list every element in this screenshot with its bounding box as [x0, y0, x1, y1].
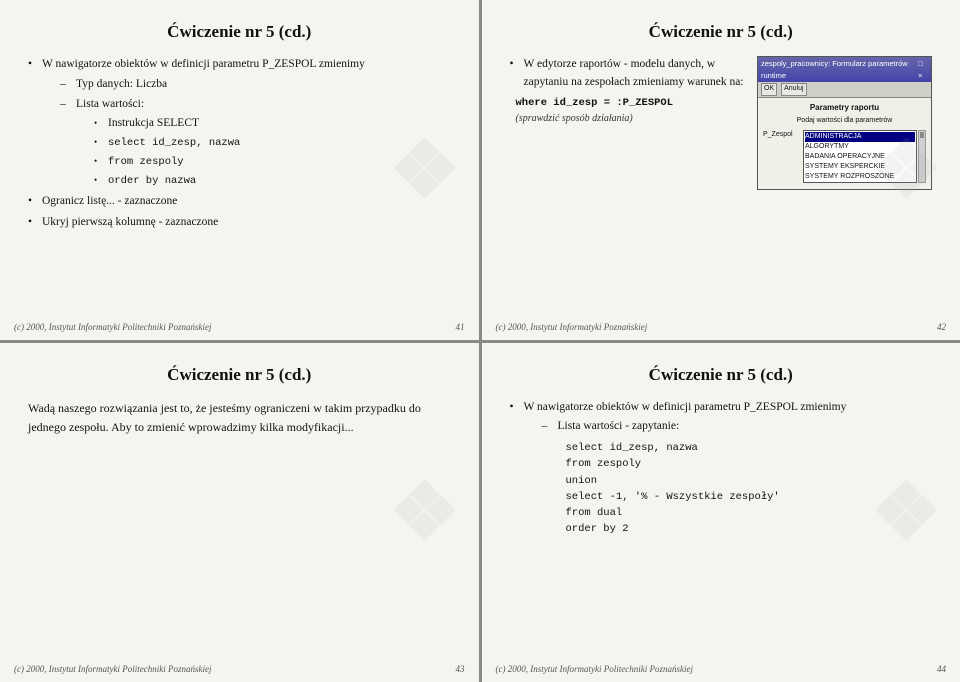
- ss-header: Parametry raportu: [763, 102, 926, 114]
- footer-left: (c) 2000, Instytut Informatyki Politechn…: [14, 664, 211, 674]
- code-line-3: select -1, '% - Wszystkie zespoły': [566, 489, 933, 505]
- ss-param-row: P_Zespol ADMINISTRACJA ALGORYTMY BADANIA…: [763, 130, 926, 183]
- slide-41-content: W nawigatorze obiektów w definicji param…: [28, 56, 451, 231]
- slide-41-title: Ćwiczenie nr 5 (cd.): [28, 22, 451, 42]
- slide-43-para: Wadą naszego rozwiązania jest to, że jes…: [28, 399, 451, 437]
- ss-list-item-2: BADANIA OPERACYJNE: [805, 152, 915, 162]
- ss-list-item-4: SYSTEMY ROZPROSZONE: [805, 172, 915, 182]
- ss-subheader: Podaj wartości dla parametrów: [763, 116, 926, 127]
- code-line-4: from dual: [566, 505, 933, 521]
- list-item: Ogranicz listę... - zaznaczone: [28, 193, 451, 211]
- ss-list-item-0: ADMINISTRACJA: [805, 132, 915, 142]
- footer-right: 41: [456, 322, 465, 332]
- footer-right: 44: [937, 664, 946, 674]
- slide-44-content: W nawigatorze obiektów w definicji param…: [510, 399, 933, 538]
- list-item: Ukryj pierwszą kolumnę - zaznaczone: [28, 214, 451, 232]
- slide-42-footer: (c) 2000, Instytut Informatyki Poznański…: [482, 322, 960, 332]
- sub-sub-item: order by nazwa: [94, 172, 451, 190]
- ss-body: Parametry raportu Podaj wartości dla par…: [758, 98, 931, 189]
- slide-grid: Ćwiczenie nr 5 (cd.) W nawigatorze obiek…: [0, 0, 960, 682]
- list-item: W edytorze raportów - modelu danych, w z…: [510, 56, 933, 92]
- code-line-2: union: [566, 473, 933, 489]
- ss-listbox: ADMINISTRACJA ALGORYTMY BADANIA OPERACYJ…: [803, 130, 917, 183]
- list-item: W nawigatorze obiektów w definicji param…: [28, 56, 451, 190]
- footer-left: (c) 2000, Instytut Informatyki Poznański…: [496, 322, 648, 332]
- sub-item: Typ danych: Liczba: [60, 76, 451, 94]
- footer-left: (c) 2000, Instytut Informatyki Politechn…: [14, 322, 211, 332]
- slide-44: Ćwiczenie nr 5 (cd.) W nawigatorze obiek…: [482, 343, 960, 682]
- slide-43-content: Wadą naszego rozwiązania jest to, że jes…: [28, 399, 451, 437]
- sub-sub-item: select id_zesp, nazwa: [94, 134, 451, 152]
- watermark: ❖: [389, 465, 461, 559]
- sub-sub-item: Instrukcja SELECT: [94, 115, 451, 133]
- footer-right: 42: [937, 322, 946, 332]
- slide-42-title: Ćwiczenie nr 5 (cd.): [510, 22, 933, 42]
- slide-42: Ćwiczenie nr 5 (cd.) zespoly_pracownicy:…: [482, 0, 960, 340]
- list-item: W nawigatorze obiektów w definicji param…: [510, 399, 933, 538]
- slide-41-footer: (c) 2000, Instytut Informatyki Politechn…: [0, 322, 479, 332]
- slide-42-content: zespoly_pracownicy: Formularz parametrów…: [510, 56, 933, 126]
- code-line-0: select id_zesp, nazwa: [566, 440, 933, 456]
- slide-43-footer: (c) 2000, Instytut Informatyki Politechn…: [0, 664, 479, 674]
- sub-item: Lista wartości - zapytanie: select id_ze…: [542, 418, 933, 537]
- ss-list-item-1: ALGORYTMY: [805, 142, 915, 152]
- code-line-1: from zespoly: [566, 456, 933, 472]
- footer-right: 43: [456, 664, 465, 674]
- slide-44-title: Ćwiczenie nr 5 (cd.): [510, 365, 933, 385]
- sub-item: Lista wartości: Instrukcja SELECT select…: [60, 96, 451, 190]
- code-line-5: order by 2: [566, 521, 933, 537]
- ss-list-item-3: SYSTEMY EKSPERCKIE: [805, 162, 915, 172]
- slide-43-title: Ćwiczenie nr 5 (cd.): [28, 365, 451, 385]
- slide-41: Ćwiczenie nr 5 (cd.) W nawigatorze obiek…: [0, 0, 479, 340]
- slide-44-footer: (c) 2000, Instytut Informatyki Politechn…: [482, 664, 960, 674]
- ss-scrollbar[interactable]: [918, 130, 926, 183]
- ss-param-label: P_Zespol: [763, 130, 803, 141]
- sub-sub-item: from zespoly: [94, 153, 451, 171]
- slide-43: Ćwiczenie nr 5 (cd.) Wadą naszego rozwią…: [0, 343, 479, 682]
- footer-left: (c) 2000, Instytut Informatyki Politechn…: [496, 664, 693, 674]
